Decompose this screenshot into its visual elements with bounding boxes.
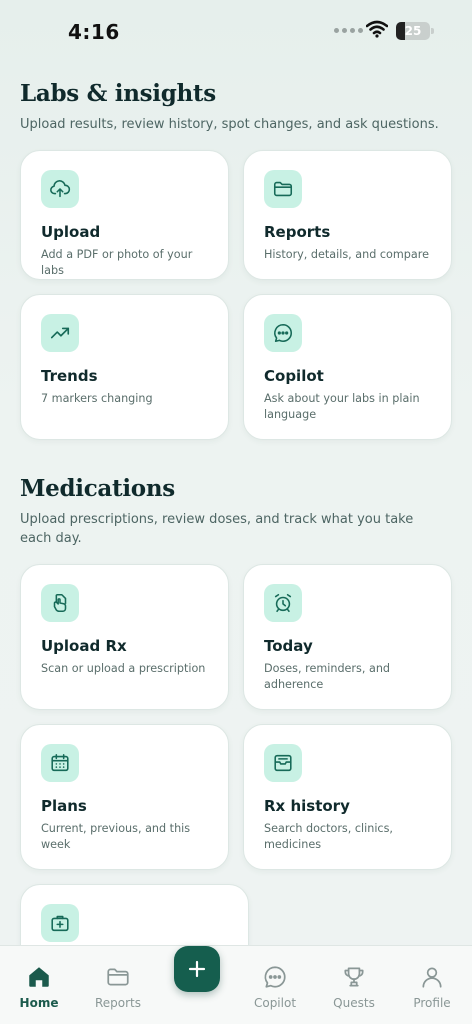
card-description: Doses, reminders, and adherence [264,662,391,691]
tab-copilot[interactable]: Copilot [235,946,315,1024]
card-title: Plans [41,797,87,815]
card-description: Ask about your labs in plain language [264,392,420,421]
calendar-icon [41,744,79,782]
tab-home[interactable]: Home [0,946,79,1024]
wifi-icon [366,20,388,38]
status-time: 4:16 [68,20,120,44]
card-description: Scan or upload a prescription [41,662,206,675]
medications-section-subtitle: Upload prescriptions, review doses, and … [20,512,414,546]
tab-reports-label: Reports [94,996,142,1010]
card-title: Rx history [264,797,350,815]
cloud-upload-icon [41,170,79,208]
trophy-icon [344,967,364,987]
bottom-tab-bar: Home Reports Copilot Quests Profile [0,945,472,1024]
tab-quests[interactable]: Quests [314,946,394,1024]
upload-labs-card[interactable]: Upload Add a PDF or photo of your labs [20,150,229,280]
chat-icon [264,966,286,988]
person-icon [422,967,442,988]
trends-card[interactable]: Trends 7 markers changing [20,294,229,440]
tab-quests-label: Quests [333,996,375,1010]
document-hand-icon [41,584,79,622]
tab-copilot-label: Copilot [253,996,297,1010]
battery-level: 25 [404,24,422,38]
alarm-clock-icon [264,584,302,622]
trend-up-icon [41,314,79,352]
medical-kit-icon [41,904,79,942]
battery-icon: 25 [396,22,434,40]
card-title: Today [264,637,313,655]
tab-profile[interactable]: Profile [392,946,472,1024]
add-button[interactable] [174,946,220,992]
status-bar: 4:16 25 [0,0,472,64]
labs-section-subtitle: Upload results, review history, spot cha… [20,117,439,132]
card-description: Current, previous, and this week [41,822,191,851]
card-description: Search doctors, clinics, medicines [264,822,393,851]
labs-section-title: Labs & insights [20,80,216,107]
folder-icon [264,170,302,208]
card-title: Copilot [264,367,324,385]
medications-section-title: Medications [20,475,175,502]
copilot-card[interactable]: Copilot Ask about your labs in plain lan… [243,294,452,440]
card-description: Add a PDF or photo of your labs [41,248,193,277]
signal-dots-icon [334,28,363,33]
reports-card[interactable]: Reports History, details, and compare [243,150,452,280]
tab-home-label: Home [19,996,59,1010]
plans-card[interactable]: Plans Current, previous, and this week [20,724,229,870]
card-title: Reports [264,223,331,241]
card-description: History, details, and compare [264,248,429,261]
card-title: Upload Rx [41,637,127,655]
card-title: Trends [41,367,98,385]
rx-history-card[interactable]: Rx history Search doctors, clinics, medi… [243,724,452,870]
plus-icon [188,960,206,978]
upload-rx-card[interactable]: Upload Rx Scan or upload a prescription [20,564,229,710]
tab-profile-label: Profile [413,996,451,1010]
card-description: 7 markers changing [41,392,153,405]
archive-box-icon [264,744,302,782]
home-icon [29,967,49,987]
folder-icon [107,968,129,986]
tab-reports[interactable]: Reports [78,946,158,1024]
chat-icon [264,314,302,352]
today-card[interactable]: Today Doses, reminders, and adherence [243,564,452,710]
card-title: Upload [41,223,101,241]
